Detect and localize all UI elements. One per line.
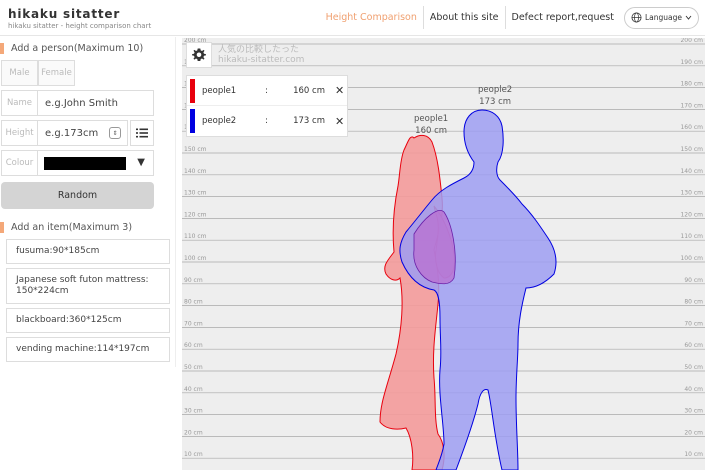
gear-icon (192, 48, 206, 61)
person-row-people2[interactable]: people2 : 173 cm ✕ (187, 106, 347, 136)
tick-label-left-110: 110 cm (184, 233, 207, 240)
random-button[interactable]: Random (1, 182, 154, 209)
separator: : (265, 116, 268, 126)
tick-label-right-100: 100 cm (680, 255, 703, 262)
tick-label-right-90: 90 cm (684, 277, 703, 284)
people2-figure-label: people2 173 cm (478, 84, 512, 108)
nav-about[interactable]: About this site (424, 6, 506, 29)
people-list: people1 : 160 cm ✕ people2 : 173 cm ✕ (186, 75, 348, 137)
watermark-line1: 人気の比較したった (218, 45, 300, 55)
globe-icon (631, 12, 642, 23)
comparison-chart: 200 cm200 cm190 cm190 cm180 cm180 cm170 … (182, 38, 705, 470)
language-button[interactable]: Language (623, 6, 699, 29)
people2-label-height: 173 cm (479, 97, 512, 107)
male-tab[interactable]: Male (1, 60, 38, 86)
tick-label-left-50: 50 cm (184, 364, 203, 371)
tick-label-left-70: 70 cm (184, 320, 203, 327)
tick-label-right-80: 80 cm (684, 299, 703, 306)
tick-label-left-100: 100 cm (184, 255, 207, 262)
tick-label-left-30: 30 cm (184, 408, 203, 415)
person-height: 160 cm (293, 85, 325, 96)
tick-label-right-30: 30 cm (684, 408, 703, 415)
female-tab[interactable]: Female (38, 60, 75, 86)
language-label: Language (644, 13, 682, 22)
tick-label-left-10: 10 cm (184, 451, 203, 458)
person-row-people1[interactable]: people1 : 160 cm ✕ (187, 76, 347, 106)
item-fusuma[interactable]: fusuma:90*185cm (6, 239, 170, 264)
close-icon[interactable]: ✕ (335, 115, 344, 128)
height-label: Height (2, 121, 38, 145)
people1-figure-label: people1 160 cm (414, 113, 448, 137)
tick-label-left-80: 80 cm (184, 299, 203, 306)
tick-label-left-60: 60 cm (184, 342, 203, 349)
nav-height-comparison[interactable]: Height Comparison (320, 6, 424, 29)
height-stepper[interactable]: ⇕ (109, 127, 121, 139)
watermark: 人気の比較したった hikaku-sitatter.com (218, 45, 304, 65)
people2-label-name: people2 (478, 85, 513, 95)
height-field[interactable]: Height e.g.173cm ⇕ (1, 120, 128, 146)
site-title[interactable]: hikaku sitatter (8, 7, 151, 21)
settings-button[interactable] (186, 42, 212, 68)
main-nav: Height Comparison About this site Defect… (320, 6, 699, 29)
tick-label-right-20: 20 cm (684, 429, 703, 436)
top-header: hikaku sitatter hikaku sitatter - height… (0, 0, 705, 36)
site-subtitle: hikaku sitatter - height comparison char… (8, 22, 152, 30)
tick-label-left-140: 140 cm (184, 168, 207, 175)
watermark-line2: hikaku-sitatter.com (218, 55, 305, 65)
tick-label-left-20: 20 cm (184, 429, 203, 436)
add-person-heading: Add a person(Maximum 10) (0, 40, 175, 56)
tick-label-right-60: 60 cm (684, 342, 703, 349)
tick-label-left-150: 150 cm (184, 146, 207, 153)
tick-label-right-150: 150 cm (680, 146, 703, 153)
colour-swatch[interactable] (44, 157, 126, 170)
tick-label-right-180: 180 cm (680, 81, 703, 88)
tick-label-right-120: 120 cm (680, 211, 703, 218)
tick-label-left-130: 130 cm (184, 190, 207, 197)
colour-label: Colour (2, 151, 38, 175)
people1-label-name: people1 (414, 114, 449, 124)
tick-label-right-190: 190 cm (680, 59, 703, 66)
tick-label-right-160: 160 cm (680, 124, 703, 131)
item-blackboard[interactable]: blackboard:360*125cm (6, 308, 170, 333)
tick-label-right-140: 140 cm (680, 168, 703, 175)
height-input[interactable]: e.g.173cm (38, 121, 109, 145)
people1-label-height: 160 cm (415, 126, 448, 136)
section-marker (0, 221, 4, 233)
add-item-heading: Add an item(Maximum 3) (0, 219, 175, 235)
item-futon[interactable]: Japanese soft futon mattress: 150*224cm (6, 268, 170, 304)
tick-label-right-10: 10 cm (684, 451, 703, 458)
caret-down-icon[interactable]: ▼ (137, 157, 145, 175)
chevron-down-icon (685, 15, 692, 20)
people1-silhouette[interactable] (379, 134, 445, 470)
tick-label-right-40: 40 cm (684, 386, 703, 393)
height-preset-list-button[interactable] (130, 120, 154, 146)
tick-label-left-90: 90 cm (184, 277, 203, 284)
add-item-title: Add an item(Maximum 3) (11, 221, 133, 233)
name-field[interactable]: Name e.g.John Smith (1, 90, 154, 116)
tick-label-right-200: 200 cm (680, 38, 703, 44)
separator: : (265, 85, 268, 96)
close-icon[interactable]: ✕ (335, 84, 344, 97)
person-height: 173 cm (293, 116, 325, 126)
tick-label-right-170: 170 cm (680, 102, 703, 109)
tick-label-left-40: 40 cm (184, 386, 203, 393)
list-icon (136, 128, 148, 138)
brand[interactable]: hikaku sitatter hikaku sitatter - height… (8, 7, 151, 30)
person-name: people2 (202, 116, 237, 126)
tick-label-right-70: 70 cm (684, 320, 703, 327)
tick-label-left-120: 120 cm (184, 211, 207, 218)
item-vending-machine[interactable]: vending machine:114*197cm (6, 337, 170, 362)
tick-label-right-110: 110 cm (680, 233, 703, 240)
tick-label-right-130: 130 cm (680, 190, 703, 197)
colour-field[interactable]: Colour ▼ (1, 150, 154, 176)
name-label: Name (2, 91, 38, 115)
name-input[interactable]: e.g.John Smith (38, 91, 153, 115)
section-marker (0, 42, 4, 54)
gender-toggle: Male Female (1, 60, 175, 86)
person-name: people1 (202, 85, 237, 96)
nav-defect-report[interactable]: Defect report,request (506, 6, 620, 29)
tick-label-right-50: 50 cm (684, 364, 703, 371)
add-person-title: Add a person(Maximum 10) (11, 42, 144, 54)
control-panel: Add a person(Maximum 10) Male Female Nam… (0, 37, 176, 367)
